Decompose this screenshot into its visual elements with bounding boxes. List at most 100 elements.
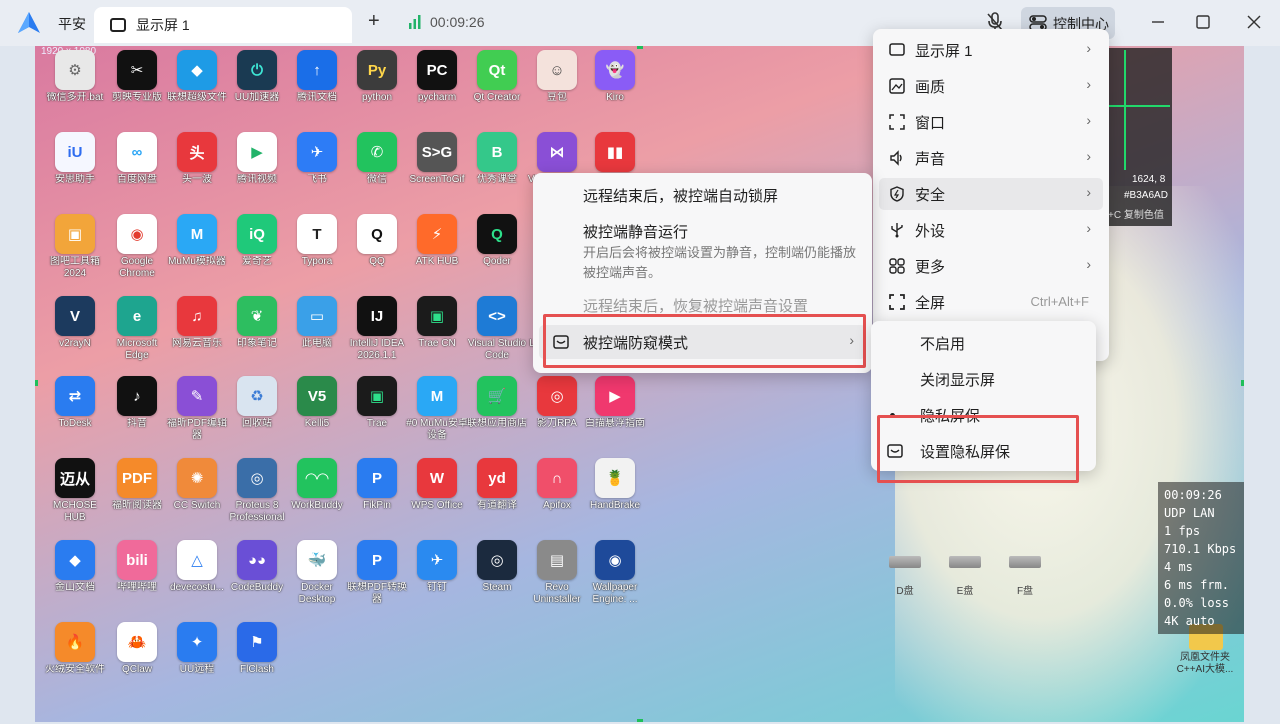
desktop-icon[interactable]: ◠◠ WorkBuddy <box>285 458 349 526</box>
desktop-icon[interactable]: 🦀 QClaw <box>105 622 169 690</box>
desktop-icon[interactable]: iQ 爱奇艺 <box>225 214 289 282</box>
drive-item[interactable]: D盘 <box>885 550 925 597</box>
menu-item-display[interactable]: 显示屏 1 › <box>879 34 1103 66</box>
auto-lock-option[interactable]: 远程结束后，被控端自动锁屏 <box>583 185 778 206</box>
desktop-icon[interactable]: ▣ Trae <box>345 376 409 444</box>
privacy-option-off[interactable]: 不启用 <box>920 333 965 354</box>
minimize-icon[interactable] <box>1148 12 1168 32</box>
menu-item-quality[interactable]: 画质 › <box>879 70 1103 102</box>
desktop-icon[interactable]: iU 安思助手 <box>43 132 107 200</box>
drive-item[interactable]: F盘 <box>1005 550 1045 597</box>
desktop-icon[interactable]: Q QQ <box>345 214 409 282</box>
desktop-icon[interactable]: PC pycharm <box>405 50 469 118</box>
desktop-icon[interactable]: ⚙ 微信多开.bat <box>43 50 107 118</box>
desktop-icon[interactable]: ♪ 抖音 <box>105 376 169 444</box>
new-tab-button[interactable]: + <box>368 10 380 33</box>
desktop-icon[interactable]: ▤ Revo Uninstaller <box>525 540 589 608</box>
desktop-icon[interactable]: P 联想PDF转换器 <box>345 540 409 608</box>
desktop-icon[interactable]: ✈ 钉钉 <box>405 540 469 608</box>
mute-option[interactable]: 被控端静音运行 <box>583 221 688 242</box>
desktop-icon[interactable]: B 优秀课堂 <box>465 132 529 200</box>
desktop-icon[interactable]: 🍍 HandBrake <box>583 458 647 526</box>
desktop-icon[interactable]: ∩ Apifox <box>525 458 589 526</box>
desktop-icon[interactable]: △ devecostu... <box>165 540 229 608</box>
desktop-icon-label: 福昕阅读器 <box>112 500 162 511</box>
resize-handle[interactable] <box>637 719 643 722</box>
stat-fps: 1 fps <box>1164 524 1201 538</box>
desktop-icon[interactable]: ❦ 印象笔记 <box>225 296 289 364</box>
desktop-icon[interactable]: ▣ 图吧工具箱 2024 <box>43 214 107 282</box>
menu-item-security[interactable]: 安全 › <box>879 178 1103 210</box>
desktop-icon[interactable]: ◎ 影刀RPA <box>525 376 589 444</box>
desktop-icon[interactable]: ▭ 此电脑 <box>285 296 349 364</box>
desktop-icon[interactable]: ◆ 联想超级文件 <box>165 50 229 118</box>
close-icon[interactable] <box>1244 12 1264 32</box>
desktop-icon[interactable]: ▶ 腾讯视频 <box>225 132 289 200</box>
desktop-icon[interactable]: S>G ScreenToGif <box>405 132 469 200</box>
desktop-icon[interactable]: ✆ 微信 <box>345 132 409 200</box>
desktop-icon[interactable]: ◎ Proteus 8 Professional <box>225 458 289 526</box>
desktop-icon[interactable]: <> Visual Studio Code <box>465 296 529 364</box>
desktop-icon[interactable]: ☺ 豆包 <box>525 50 589 118</box>
desktop-icon[interactable]: e Microsoft Edge <box>105 296 169 364</box>
desktop-icon[interactable]: ⚑ FlClash <box>225 622 289 690</box>
desktop-icon[interactable]: PDF 福昕阅读器 <box>105 458 169 526</box>
desktop-icon[interactable]: ♻ 回收站 <box>225 376 289 444</box>
desktop-icon[interactable]: yd 有道翻译 <box>465 458 529 526</box>
desktop-icon-label: 飞书 <box>307 174 327 185</box>
desktop-icon[interactable]: Py python <box>345 50 409 118</box>
highlight-box <box>543 314 866 368</box>
desktop-icon[interactable]: ✦ UU远程 <box>165 622 229 690</box>
desktop-icon[interactable]: 🛒 联想应用商店 <box>465 376 529 444</box>
desktop-icon[interactable]: ♫ 网易云音乐 <box>165 296 229 364</box>
menu-item-window[interactable]: 窗口 › <box>879 106 1103 138</box>
desktop-icon[interactable]: ◉ Google Chrome <box>105 214 169 282</box>
desktop-icon[interactable]: ◕◕ CodeBuddy <box>225 540 289 608</box>
desktop-icon[interactable]: 迈从 MCHOSE HUB <box>43 458 107 526</box>
desktop-icon[interactable]: 头头一波 <box>165 132 229 200</box>
drive-item[interactable]: E盘 <box>945 550 985 597</box>
desktop-icon[interactable]: ✈ 飞书 <box>285 132 349 200</box>
menu-item-fullscreen[interactable]: 全屏 Ctrl+Alt+F <box>879 286 1103 318</box>
app-icon: M <box>177 214 217 254</box>
resize-handle[interactable] <box>35 380 38 386</box>
desktop-icon[interactable]: P FikPin <box>345 458 409 526</box>
desktop-icon[interactable]: ⏻ UU加速器 <box>225 50 289 118</box>
desktop-icon[interactable]: ◉ Wallpaper Engine: ... <box>583 540 647 608</box>
desktop-icon[interactable]: Qt Qt Creator <box>465 50 529 118</box>
desktop-icon[interactable]: ✂ 剪映专业版 <box>105 50 169 118</box>
desktop-icon[interactable]: ↑ 腾讯文档 <box>285 50 349 118</box>
menu-item-more[interactable]: 更多 › <box>879 250 1103 282</box>
desktop-icon[interactable]: ✺ CC Switch <box>165 458 229 526</box>
menu-item-sound[interactable]: 声音 › <box>879 142 1103 174</box>
desktop-icon[interactable]: Vv2rayN <box>43 296 107 364</box>
desktop-icon[interactable]: ⇄ ToDesk <box>43 376 107 444</box>
resize-handle[interactable] <box>1241 380 1244 386</box>
menu-item-peripherals[interactable]: 外设 › <box>879 214 1103 246</box>
desktop-icon[interactable]: ⚡ ATK HUB <box>405 214 469 282</box>
desktop-icon[interactable]: bili 哔哩哔哩 <box>105 540 169 608</box>
desktop-icon[interactable]: Q Qoder <box>465 214 529 282</box>
desktop-icon[interactable]: M #0 MuMu安卓设备 <box>405 376 469 444</box>
desktop-icon[interactable]: ▣ Trae CN <box>405 296 469 364</box>
app-icon: ☺ <box>537 50 577 90</box>
desktop-icon[interactable]: ∞ 百度网盘 <box>105 132 169 200</box>
desktop-icon[interactable]: ✎ 福昕PDF编辑器 <box>165 376 229 444</box>
tab-display-1[interactable]: 显示屏 1 <box>94 7 352 43</box>
desktop-icon-label: Proteus 8 Professional <box>229 500 285 523</box>
desktop-icon[interactable]: ▶ 白描悬浮指南 <box>583 376 647 444</box>
privacy-option-screen-off[interactable]: 关闭显示屏 <box>920 369 995 390</box>
desktop-icon[interactable]: W WPS Office <box>405 458 469 526</box>
resize-handle[interactable] <box>637 46 643 49</box>
desktop-icon[interactable]: M MuMu模拟器 <box>165 214 229 282</box>
desktop-icon[interactable]: 🔥 火绒安全软件 <box>43 622 107 690</box>
desktop-icon[interactable]: T Typora <box>285 214 349 282</box>
desktop-icon[interactable]: ◆ 金山文档 <box>43 540 107 608</box>
desktop-icon[interactable]: ◎ Steam <box>465 540 529 608</box>
desktop-icon[interactable]: 🐳 Docker Desktop <box>285 540 349 608</box>
desktop-icon[interactable]: V5 Kelli5 <box>285 376 349 444</box>
app-icon: P <box>357 540 397 580</box>
desktop-icon[interactable]: 👻 Kiro <box>583 50 647 118</box>
maximize-icon[interactable] <box>1193 12 1213 32</box>
desktop-icon[interactable]: IJ IntelliJ IDEA 2026.1.1 <box>345 296 409 364</box>
